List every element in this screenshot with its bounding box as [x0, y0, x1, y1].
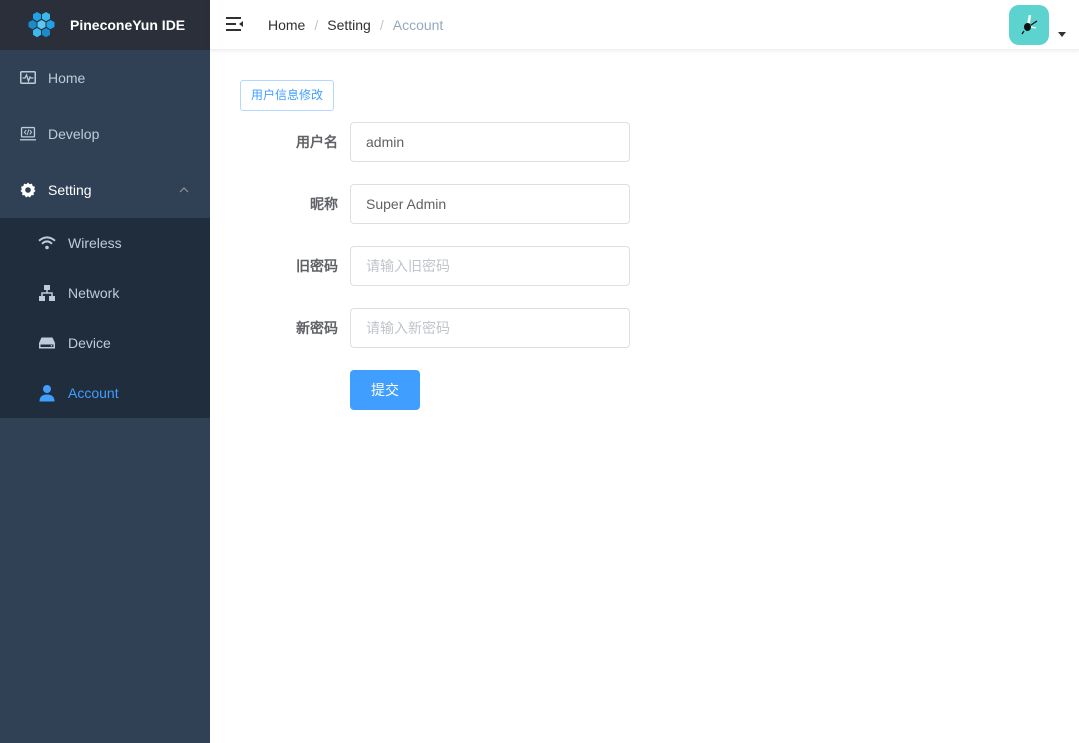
network-icon [38, 284, 56, 302]
logo[interactable]: PineconeYun IDE [0, 0, 210, 50]
submit-button[interactable]: 提交 [350, 370, 420, 410]
sidebar-item-label: Account [68, 385, 119, 401]
old-password-input[interactable] [350, 246, 630, 286]
sidebar-item-label: Device [68, 335, 111, 351]
code-monitor-icon [20, 126, 36, 142]
sidebar: PineconeYun IDE Home Develop Setting Wir… [0, 0, 210, 743]
hexagon-logo-icon [28, 12, 55, 38]
nickname-row: 昵称 [240, 184, 640, 224]
breadcrumb-separator: / [379, 17, 384, 33]
sidebar-item-network[interactable]: Network [0, 268, 210, 318]
sidebar-item-label: Develop [48, 126, 100, 142]
new-password-row: 新密码 [240, 308, 640, 348]
breadcrumb: Home / Setting / Account [268, 17, 443, 33]
new-password-label: 新密码 [296, 320, 338, 336]
old-password-row: 旧密码 [240, 246, 640, 286]
sidebar-item-account[interactable]: Account [0, 368, 210, 418]
username-row: 用户名 [240, 122, 640, 162]
breadcrumb-home[interactable]: Home [268, 17, 305, 33]
sidebar-item-label: Wireless [68, 235, 122, 251]
sidebar-item-label: Home [48, 70, 86, 86]
hamburger-icon[interactable] [226, 15, 244, 33]
new-password-input[interactable] [350, 308, 630, 348]
breadcrumb-separator: / [314, 17, 319, 33]
username-input[interactable] [350, 122, 630, 162]
username-label: 用户名 [296, 134, 338, 150]
gear-icon [20, 182, 36, 198]
sidebar-item-device[interactable]: Device [0, 318, 210, 368]
wifi-icon [38, 234, 56, 252]
sidebar-item-wireless[interactable]: Wireless [0, 218, 210, 268]
avatar[interactable] [1009, 5, 1049, 45]
old-password-label: 旧密码 [296, 258, 338, 274]
user-icon [38, 384, 56, 402]
sidebar-item-develop[interactable]: Develop [0, 106, 210, 162]
avatar-figure-icon [1021, 14, 1038, 35]
sidebar-item-setting[interactable]: Setting [0, 162, 210, 218]
sidebar-item-label: Network [68, 285, 120, 301]
pulse-monitor-icon [20, 70, 36, 86]
setting-submenu: Wireless Network Device Account [0, 218, 210, 418]
sidebar-item-home[interactable]: Home [0, 50, 210, 106]
app-title: PineconeYun IDE [70, 17, 186, 33]
chevron-up-icon [179, 187, 189, 193]
nickname-label: 昵称 [310, 196, 338, 212]
chevron-down-icon[interactable] [1058, 32, 1066, 37]
account-form-panel: 用户信息修改 用户名 昵称 旧密码 新密码 提交 [210, 50, 1079, 743]
sidebar-item-label: Setting [48, 182, 92, 198]
drive-icon [38, 334, 56, 352]
breadcrumb-current: Account [392, 17, 444, 33]
navbar: Home / Setting / Account [210, 0, 1079, 50]
breadcrumb-setting[interactable]: Setting [327, 17, 371, 33]
nickname-input[interactable] [350, 184, 630, 224]
edit-user-info-button[interactable]: 用户信息修改 [240, 80, 335, 111]
